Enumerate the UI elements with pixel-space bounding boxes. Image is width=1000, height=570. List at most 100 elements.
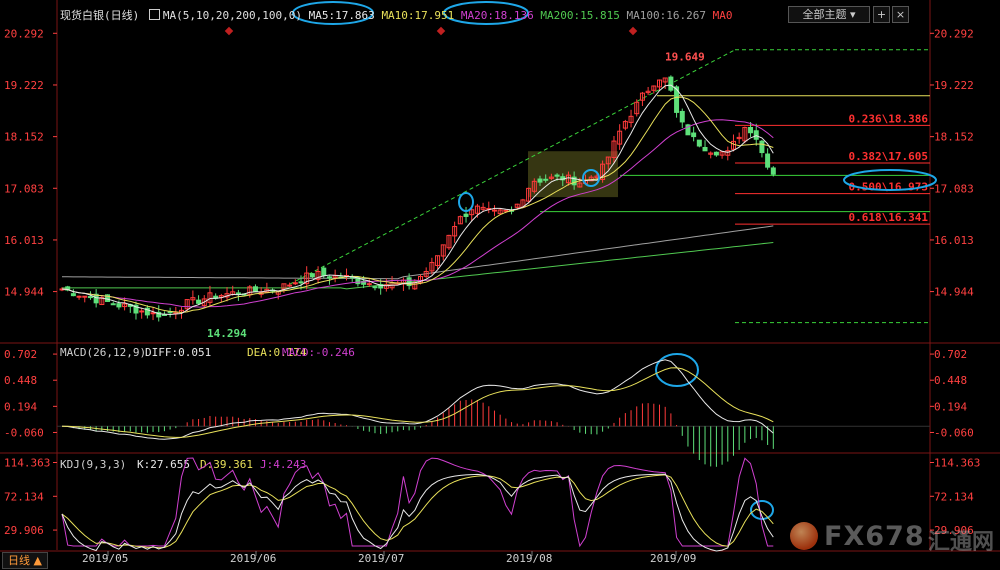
- x-tick-label: 2019/05: [82, 552, 128, 565]
- ma-params: MA(5,10,20,200,100,0): [162, 9, 302, 22]
- candle-body: [463, 213, 469, 217]
- price-annotation: 19.649: [665, 50, 705, 63]
- macd-tick-label-left: 0.448: [4, 374, 37, 387]
- candle-body: [366, 283, 372, 286]
- macd-macd-label: MACD:-0.246: [282, 346, 355, 359]
- kdj-k-line: [61, 473, 774, 552]
- kdj-tick-label-left: 72.134: [4, 490, 44, 503]
- price-tick-label-right: 19.222: [934, 79, 974, 92]
- candle-body: [753, 130, 759, 140]
- candle-body: [696, 139, 702, 147]
- period-button[interactable]: 日线 ▲: [2, 552, 48, 569]
- triangle-up-icon: ▲: [33, 554, 42, 567]
- macd-tick-label-left: 0.194: [4, 400, 37, 413]
- close-button[interactable]: ×: [892, 6, 909, 23]
- candle-body: [326, 276, 332, 279]
- kdj-tick-label-left: 29.906: [4, 524, 44, 537]
- candle-body: [765, 153, 771, 168]
- candle-body: [679, 110, 685, 123]
- plus-icon: +: [876, 8, 887, 21]
- candle-body: [287, 284, 293, 287]
- ma200-value: MA200:15.815: [540, 9, 620, 22]
- candle-body: [139, 310, 145, 313]
- chevron-down-icon: ▾: [849, 8, 856, 21]
- price-tick-label-right: 14.944: [934, 286, 974, 299]
- candle-body: [321, 267, 327, 277]
- candle-body: [770, 167, 776, 175]
- macd-dea-line: [62, 367, 774, 438]
- candle-body: [150, 312, 156, 315]
- candle-body: [691, 132, 697, 138]
- ma100-value: MA100:16.267: [626, 9, 706, 22]
- ma5-value: MA5:17.863: [308, 9, 375, 22]
- ma0-value: MA0: [712, 9, 733, 22]
- close-icon: ×: [895, 8, 906, 21]
- event-marker: [436, 26, 446, 36]
- theme-dropdown[interactable]: 全部主题 ▾: [788, 6, 870, 23]
- price-tick-label-right: 17.083: [934, 182, 974, 195]
- kdj-tick-label-right: 114.363: [934, 457, 980, 470]
- macd-tick-label-left: 0.702: [4, 348, 37, 361]
- candle-body: [713, 151, 719, 156]
- macd-tick-label-right: -0.060: [934, 426, 974, 439]
- price-tick-label-right: 20.292: [934, 27, 974, 40]
- event-marker: [224, 26, 234, 36]
- candle-body: [298, 281, 304, 284]
- x-tick-label: 2019/08: [506, 552, 552, 565]
- legend-row: 现货白银(日线) MA(5,10,20,200,100,0) MA5:17.86…: [60, 7, 733, 23]
- add-button[interactable]: +: [873, 6, 890, 23]
- price-annotation: 14.294: [207, 327, 247, 340]
- macd-tick-label-left: -0.060: [4, 426, 44, 439]
- kdj-title: KDJ(9,3,3): [60, 458, 126, 471]
- chart-canvas[interactable]: 20.292 20.292 19.222 19.222 18.152 18.152 17.0…: [0, 0, 1000, 570]
- candle-body: [503, 209, 509, 212]
- price-tick-label-left: 19.222: [4, 79, 44, 92]
- fib-level-label: 0.618\16.341: [849, 211, 929, 224]
- macd-tick-label-right: 0.194: [934, 400, 967, 413]
- macd-tick-label-right: 0.702: [934, 348, 967, 361]
- price-tick-label-right: 16.013: [934, 234, 974, 247]
- candle-body: [252, 286, 258, 292]
- candle-body: [76, 295, 82, 298]
- candle-body: [82, 295, 88, 298]
- candle-body: [110, 303, 116, 306]
- candle-body: [309, 273, 315, 278]
- candle-body: [543, 178, 549, 181]
- candle-body: [87, 296, 93, 299]
- price-tick-label-left: 16.013: [4, 234, 44, 247]
- highlight-circle: [655, 353, 699, 387]
- candle-body: [196, 299, 202, 304]
- candle-body: [554, 174, 560, 177]
- x-tick-label: 2019/06: [230, 552, 276, 565]
- candle-body: [759, 140, 765, 154]
- watermark-logo: FX678 汇通网: [790, 520, 995, 555]
- ma100-line: [62, 225, 774, 280]
- ma20-value: MA20:18.136: [460, 9, 534, 22]
- settings-icon[interactable]: [148, 9, 160, 20]
- watermark-cn: 汇通网: [928, 530, 995, 555]
- price-tick-label-right: 18.152: [934, 131, 974, 144]
- price-tick-label-left: 17.083: [4, 182, 44, 195]
- candle-body: [748, 126, 754, 134]
- candle-body: [116, 303, 122, 308]
- watermark-brand: FX678: [824, 521, 925, 552]
- macd-tick-label-right: 0.448: [934, 374, 967, 387]
- price-tick-label-left: 18.152: [4, 131, 44, 144]
- price-tick-label-left: 14.944: [4, 286, 44, 299]
- candle-body: [70, 293, 76, 297]
- candle-body: [702, 146, 708, 152]
- candle-body: [491, 209, 497, 212]
- globe-icon: [790, 522, 818, 550]
- kdj-tick-label-left: 114.363: [4, 457, 50, 470]
- macd-title: MACD(26,12,9): [60, 346, 146, 359]
- ma10-value: MA10:17.951: [381, 9, 455, 22]
- x-tick-label: 2019/09: [650, 552, 696, 565]
- candle-body: [668, 76, 674, 91]
- candle-body: [292, 282, 298, 285]
- candle-body: [537, 178, 543, 183]
- fib-level-label: 0.382\17.605: [849, 150, 928, 163]
- x-tick-label: 2019/07: [358, 552, 404, 565]
- theme-dropdown-label: 全部主题: [802, 8, 847, 21]
- period-button-label: 日线: [8, 554, 31, 567]
- kdj-d-line: [61, 474, 774, 549]
